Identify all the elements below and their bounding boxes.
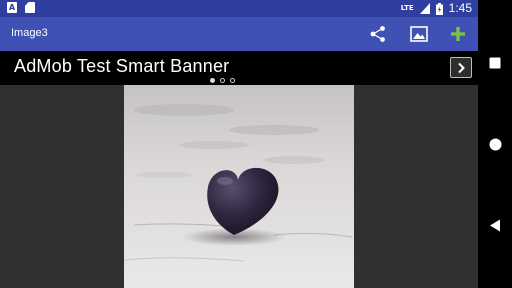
home-icon <box>489 138 501 150</box>
chevron-right-icon <box>458 62 465 73</box>
heart-photo <box>124 85 354 288</box>
clock: 1:45 <box>448 1 472 15</box>
battery-icon <box>435 2 443 15</box>
app-window: A LTE 1:45 Image3 AdMob Test Smart Banne… <box>0 0 478 288</box>
add-icon <box>451 27 465 41</box>
sd-card-icon <box>25 2 35 13</box>
page-dot-active <box>210 78 215 83</box>
page-dot <box>230 78 235 83</box>
signal-icon <box>419 3 430 14</box>
ad-banner-text: AdMob Test Smart Banner <box>14 56 230 76</box>
image-icon <box>410 26 428 42</box>
system-navigation-bar <box>478 0 512 288</box>
device-screen: A LTE 1:45 Image3 AdMob Test Smart Banne… <box>0 0 512 288</box>
ad-page-indicator <box>210 78 235 83</box>
share-button[interactable] <box>367 23 389 45</box>
recents-icon <box>489 57 501 69</box>
toolbar-title: Image3 <box>11 27 48 39</box>
page-dot <box>220 78 225 83</box>
app-toolbar: Image3 <box>0 17 478 51</box>
ad-banner[interactable]: AdMob Test Smart Banner <box>0 51 478 85</box>
ad-next-button[interactable] <box>450 57 472 78</box>
notification-a-icon: A <box>7 2 17 13</box>
image-button[interactable] <box>408 23 430 45</box>
displayed-image[interactable] <box>124 85 354 288</box>
back-icon <box>490 219 500 231</box>
back-button[interactable] <box>478 210 512 240</box>
home-button[interactable] <box>478 129 512 159</box>
system-status: LTE 1:45 <box>401 1 472 16</box>
notification-area: A <box>7 2 35 13</box>
network-type: LTE <box>400 4 414 12</box>
recents-button[interactable] <box>478 48 512 78</box>
share-icon <box>370 26 385 42</box>
status-bar: A LTE 1:45 <box>0 0 478 17</box>
add-button[interactable] <box>447 23 469 45</box>
